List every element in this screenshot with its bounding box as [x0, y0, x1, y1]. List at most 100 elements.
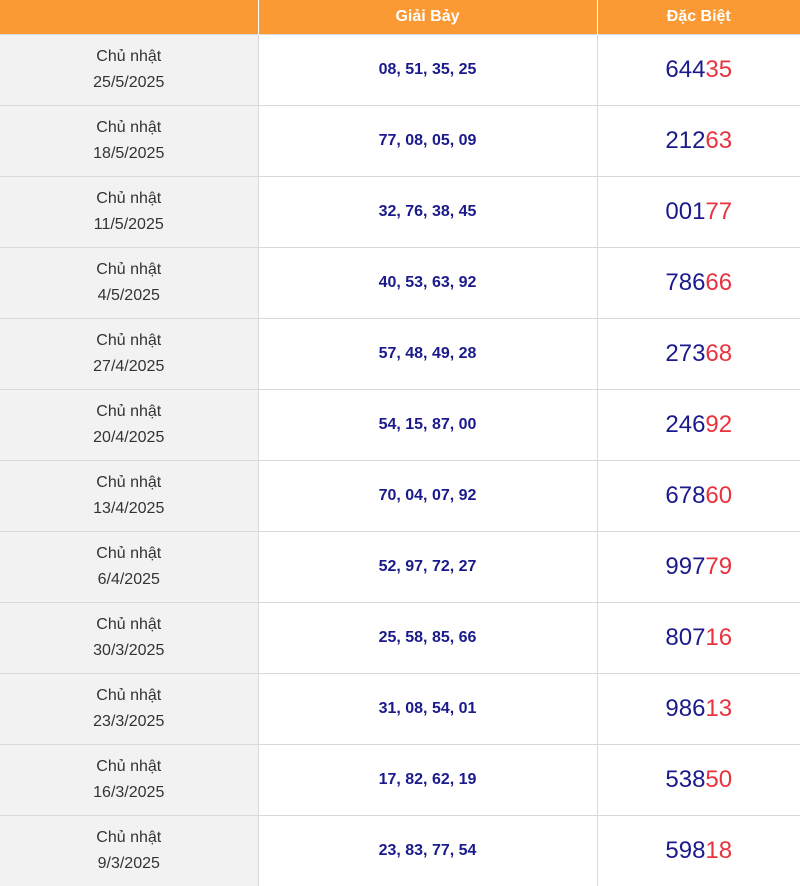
giai-bay-cell: 77, 08, 05, 09	[257, 105, 597, 177]
giai-bay-cell: 32, 76, 38, 45	[257, 176, 597, 248]
day-label: Chủ nhật	[96, 190, 162, 207]
dac-biet-prefix: 986	[665, 695, 706, 722]
giai-bay-cell: 31, 08, 54, 01	[257, 673, 597, 745]
dac-biet-last-two: 16	[705, 624, 733, 651]
header-giai-bay: Giải Bảy	[257, 0, 597, 35]
date-cell: Chủ nhật 11/5/2025	[0, 176, 258, 248]
day-label: Chủ nhật	[96, 758, 162, 775]
dac-biet-last-two: 50	[705, 766, 733, 793]
dac-biet-cell: 24692	[596, 389, 800, 461]
results-table: Giải Bảy Đặc Biệt Chủ nhật 25/5/2025 08, 5…	[0, 0, 800, 886]
dac-biet-cell: 78666	[596, 247, 800, 319]
dac-biet-prefix: 246	[665, 411, 706, 438]
day-label: Chủ nhật	[96, 474, 162, 491]
giai-bay-cell: 08, 51, 35, 25	[257, 34, 597, 106]
date-label: 6/4/2025	[97, 571, 160, 588]
dac-biet-prefix: 997	[665, 553, 706, 580]
day-label: Chủ nhật	[96, 332, 162, 349]
date-cell: Chủ nhật 30/3/2025	[0, 602, 258, 674]
table-row: Chủ nhật 18/5/2025 77, 08, 05, 09 21263	[0, 105, 800, 177]
dac-biet-cell: 67860	[596, 460, 800, 532]
dac-biet-cell: 99779	[596, 531, 800, 603]
table-row: Chủ nhật 25/5/2025 08, 51, 35, 25 64435	[0, 34, 800, 106]
day-label: Chủ nhật	[96, 403, 162, 420]
giai-bay-cell: 52, 97, 72, 27	[257, 531, 597, 603]
dac-biet-prefix: 678	[665, 482, 706, 509]
giai-bay-cell: 23, 83, 77, 54	[257, 815, 597, 886]
dac-biet-cell: 21263	[596, 105, 800, 177]
dac-biet-prefix: 807	[665, 624, 706, 651]
day-label: Chủ nhật	[96, 261, 162, 278]
dac-biet-last-two: 66	[705, 269, 733, 296]
date-label: 9/3/2025	[97, 855, 160, 872]
giai-bay-cell: 25, 58, 85, 66	[257, 602, 597, 674]
dac-biet-prefix: 273	[665, 340, 706, 367]
date-label: 25/5/2025	[93, 74, 165, 91]
date-label: 16/3/2025	[93, 784, 165, 801]
header-dac-biet: Đặc Biệt	[596, 0, 800, 35]
table-row: Chủ nhật 27/4/2025 57, 48, 49, 28 27368	[0, 318, 800, 390]
date-cell: Chủ nhật 6/4/2025	[0, 531, 258, 603]
table-header: Giải Bảy Đặc Biệt	[0, 0, 800, 35]
dac-biet-cell: 80716	[596, 602, 800, 674]
dac-biet-last-two: 92	[705, 411, 733, 438]
date-cell: Chủ nhật 25/5/2025	[0, 34, 258, 106]
dac-biet-prefix: 212	[665, 127, 706, 154]
day-label: Chủ nhật	[96, 616, 162, 633]
date-cell: Chủ nhật 16/3/2025	[0, 744, 258, 816]
date-cell: Chủ nhật 9/3/2025	[0, 815, 258, 886]
table-row: Chủ nhật 6/4/2025 52, 97, 72, 27 99779	[0, 531, 800, 603]
table-row: Chủ nhật 23/3/2025 31, 08, 54, 01 98613	[0, 673, 800, 745]
table-row: Chủ nhật 20/4/2025 54, 15, 87, 00 24692	[0, 389, 800, 461]
dac-biet-last-two: 68	[705, 340, 733, 367]
dac-biet-prefix: 786	[665, 269, 706, 296]
dac-biet-last-two: 79	[705, 553, 733, 580]
dac-biet-last-two: 60	[705, 482, 733, 509]
date-cell: Chủ nhật 4/5/2025	[0, 247, 258, 319]
table-row: Chủ nhật 13/4/2025 70, 04, 07, 92 67860	[0, 460, 800, 532]
dac-biet-cell: 59818	[596, 815, 800, 886]
dac-biet-cell: 27368	[596, 318, 800, 390]
table-row: Chủ nhật 11/5/2025 32, 76, 38, 45 00177	[0, 176, 800, 248]
giai-bay-cell: 57, 48, 49, 28	[257, 318, 597, 390]
day-label: Chủ nhật	[96, 48, 162, 65]
day-label: Chủ nhật	[96, 829, 162, 846]
dac-biet-last-two: 13	[705, 695, 733, 722]
date-label: 23/3/2025	[93, 713, 165, 730]
dac-biet-last-two: 63	[705, 127, 733, 154]
header-row: Giải Bảy Đặc Biệt	[0, 0, 800, 35]
table-row: Chủ nhật 9/3/2025 23, 83, 77, 54 59818	[0, 815, 800, 886]
giai-bay-cell: 40, 53, 63, 92	[257, 247, 597, 319]
dac-biet-cell: 64435	[596, 34, 800, 106]
dac-biet-prefix: 598	[665, 837, 706, 864]
dac-biet-prefix: 538	[665, 766, 706, 793]
date-cell: Chủ nhật 27/4/2025	[0, 318, 258, 390]
date-label: 30/3/2025	[93, 642, 165, 659]
date-label: 4/5/2025	[97, 287, 160, 304]
giai-bay-cell: 17, 82, 62, 19	[257, 744, 597, 816]
dac-biet-cell: 98613	[596, 673, 800, 745]
dac-biet-cell: 00177	[596, 176, 800, 248]
table-body: Chủ nhật 25/5/2025 08, 51, 35, 25 64435 Chủ …	[0, 34, 800, 886]
date-label: 13/4/2025	[93, 500, 165, 517]
date-label: 18/5/2025	[93, 145, 165, 162]
date-cell: Chủ nhật 13/4/2025	[0, 460, 258, 532]
table-row: Chủ nhật 30/3/2025 25, 58, 85, 66 80716	[0, 602, 800, 674]
day-label: Chủ nhật	[96, 119, 162, 136]
date-cell: Chủ nhật 20/4/2025	[0, 389, 258, 461]
table-row: Chủ nhật 4/5/2025 40, 53, 63, 92 78666	[0, 247, 800, 319]
dac-biet-cell: 53850	[596, 744, 800, 816]
date-cell: Chủ nhật 23/3/2025	[0, 673, 258, 745]
date-cell: Chủ nhật 18/5/2025	[0, 105, 258, 177]
giai-bay-cell: 54, 15, 87, 00	[257, 389, 597, 461]
day-label: Chủ nhật	[96, 545, 162, 562]
day-label: Chủ nhật	[96, 687, 162, 704]
header-date	[0, 0, 258, 35]
dac-biet-last-two: 35	[705, 56, 733, 83]
date-label: 11/5/2025	[93, 216, 164, 233]
date-label: 20/4/2025	[93, 429, 165, 446]
dac-biet-last-two: 18	[705, 837, 733, 864]
date-label: 27/4/2025	[93, 358, 165, 375]
giai-bay-cell: 70, 04, 07, 92	[257, 460, 597, 532]
dac-biet-prefix: 001	[665, 198, 706, 225]
